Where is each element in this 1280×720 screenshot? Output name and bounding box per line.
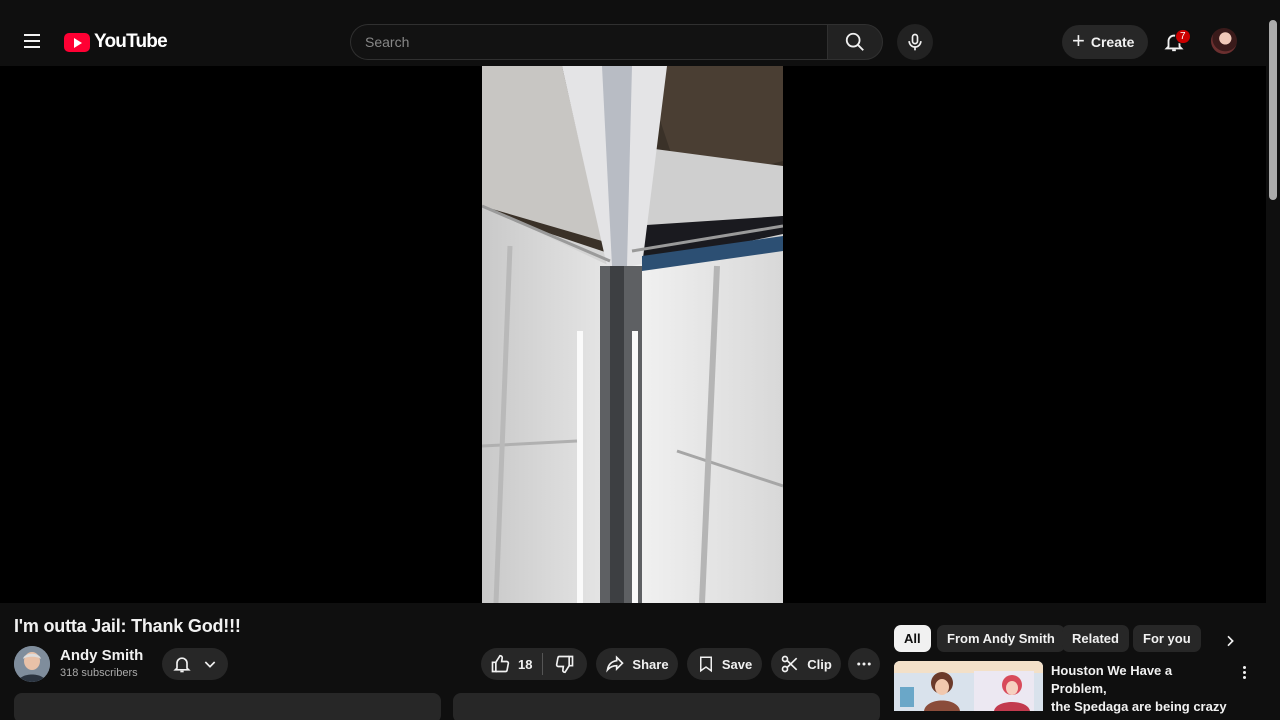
create-button[interactable]: + Create: [1062, 25, 1149, 59]
chevron-down-icon: [204, 661, 216, 668]
recommendation-title[interactable]: Houston We Have a Problem, the Spedaga a…: [1051, 662, 1231, 720]
page-scrollbar[interactable]: [1266, 0, 1280, 720]
thumbs-down-icon: [555, 655, 574, 674]
like-count: 18: [518, 656, 533, 672]
create-label: Create: [1090, 34, 1135, 50]
channel-name[interactable]: Andy Smith: [60, 647, 143, 664]
voice-search-button[interactable]: [897, 24, 933, 60]
chips-next-button[interactable]: [1218, 629, 1242, 653]
search-icon: [845, 32, 864, 51]
recommendation-title-line-2: the Spedaga are being crazy ...: [1051, 699, 1227, 720]
clip-label: Clip: [807, 656, 832, 672]
like-dislike-group: 18: [481, 648, 587, 680]
scissors-icon: [781, 655, 798, 673]
channel-avatar-image: [14, 646, 50, 682]
share-button[interactable]: Share: [596, 648, 678, 680]
save-button[interactable]: Save: [687, 648, 762, 680]
more-actions-button[interactable]: [848, 648, 880, 680]
chevron-right-icon: [1227, 635, 1234, 647]
chip-related[interactable]: Related: [1062, 625, 1129, 652]
menu-icon[interactable]: [16, 25, 48, 57]
masthead: YouTube + Create 7: [0, 0, 1266, 66]
thumbs-up-icon: [491, 654, 510, 673]
video-player[interactable]: [0, 66, 1266, 603]
save-label: Save: [721, 656, 753, 672]
chip-all[interactable]: All: [894, 625, 931, 652]
chip-from-channel[interactable]: From Andy Smith: [937, 625, 1065, 652]
more-horizontal-icon: [857, 662, 871, 666]
like-button[interactable]: 18: [481, 648, 542, 680]
account-avatar[interactable]: [1211, 28, 1237, 54]
more-vertical-icon[interactable]: [1236, 662, 1252, 682]
search-input[interactable]: [350, 24, 827, 60]
video-frame[interactable]: [482, 66, 783, 603]
recommendation-thumbnail-image: [894, 661, 1043, 711]
bookmark-icon: [699, 656, 712, 673]
clip-button[interactable]: Clip: [771, 648, 841, 680]
dislike-button[interactable]: [543, 648, 587, 680]
chip-for-you[interactable]: For you: [1133, 625, 1201, 652]
recommendation-thumbnail[interactable]: [894, 661, 1043, 711]
subscribed-notifications-button[interactable]: [162, 648, 228, 680]
video-content-image: [482, 66, 783, 603]
recommendation-title-line-1: Houston We Have a Problem,: [1051, 663, 1173, 696]
search-bar: [350, 24, 933, 60]
share-label: Share: [632, 656, 669, 672]
subscriber-count: 318 subscribers: [60, 667, 138, 679]
description-box[interactable]: [14, 693, 441, 720]
comments-preview-box[interactable]: [453, 693, 880, 720]
bell-icon: [173, 657, 191, 673]
scrollbar-thumb[interactable]: [1269, 20, 1277, 200]
youtube-logo[interactable]: YouTube: [64, 31, 168, 53]
plus-icon: +: [1072, 28, 1085, 53]
youtube-logo-icon: [64, 32, 90, 52]
search-button[interactable]: [827, 24, 883, 60]
video-title: I'm outta Jail: Thank God!!!: [14, 616, 241, 636]
notification-count-badge: 7: [1175, 29, 1191, 44]
channel-avatar[interactable]: [14, 646, 50, 682]
share-icon: [606, 655, 625, 673]
logo-text: YouTube: [94, 31, 168, 52]
watch-page: YouTube + Create 7: [0, 0, 1280, 720]
mic-icon: [908, 33, 922, 51]
